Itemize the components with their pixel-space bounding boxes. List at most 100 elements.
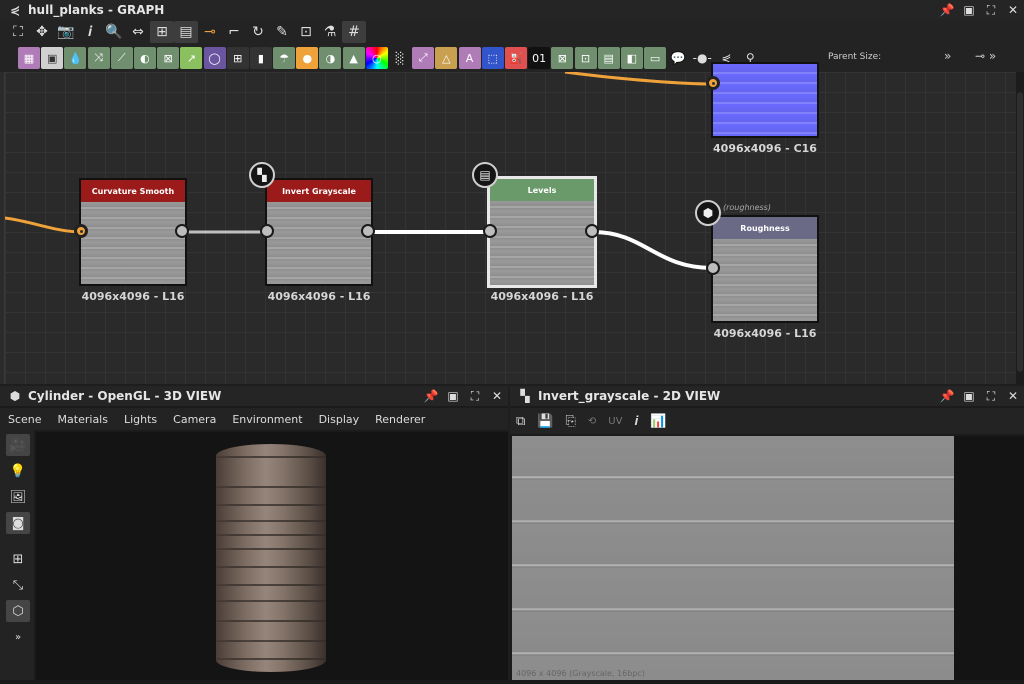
grid-icon[interactable]: ⊞: [6, 548, 30, 570]
menu-lights[interactable]: Lights: [124, 413, 157, 426]
connector-icon[interactable]: ⌐: [222, 21, 246, 43]
pin-icon[interactable]: 📌: [936, 3, 958, 17]
dot-node-icon[interactable]: ●: [296, 47, 319, 69]
axis-icon[interactable]: ⤡: [6, 574, 30, 596]
2d-viewport[interactable]: 4096 x 4096 (Grayscale, 16bpc): [512, 436, 954, 680]
blur-node-icon[interactable]: 💧: [64, 47, 87, 69]
frame-all-icon[interactable]: ⛶: [6, 21, 30, 43]
2d-view-window: ▚ Invert_grayscale - 2D VIEW 📌 ▣ ⛶ ✕ ⧉ 💾…: [510, 386, 1024, 684]
tiling-icon[interactable]: ⟲: [588, 416, 596, 427]
fill-node-icon[interactable]: ⛽: [504, 47, 527, 69]
float-icon[interactable]: ▣: [958, 389, 980, 403]
menu-scene[interactable]: Scene: [8, 413, 42, 426]
render-icon[interactable]: ◙: [6, 512, 30, 534]
gradient-node-icon[interactable]: ◐: [133, 47, 156, 69]
add-output-icon[interactable]: ▮: [249, 47, 272, 69]
input-port[interactable]: [706, 76, 720, 90]
emboss-node-icon[interactable]: ☂: [273, 47, 296, 69]
uv-dropdown[interactable]: UV: [608, 416, 622, 427]
warp-node-icon[interactable]: ⊠: [157, 47, 180, 69]
value-node-icon[interactable]: 01: [528, 47, 551, 69]
snap-grid-icon[interactable]: #: [342, 21, 366, 43]
close-icon[interactable]: ✕: [1002, 3, 1024, 17]
graph-settings-icon[interactable]: ⊸ »: [975, 49, 996, 63]
color-node-icon[interactable]: ○: [365, 47, 388, 69]
directional-warp-icon[interactable]: ↗: [180, 47, 203, 69]
info-icon[interactable]: 𝒊: [78, 21, 102, 43]
layout-icon[interactable]: ⊞: [150, 21, 174, 43]
pin-icon[interactable]: 📌: [420, 389, 442, 403]
float-icon[interactable]: ▣: [958, 3, 980, 17]
reroute-icon[interactable]: -●-: [691, 47, 713, 69]
maximize-icon[interactable]: ⛶: [980, 389, 1002, 404]
input-port[interactable]: [260, 224, 274, 238]
graph-scrollbar[interactable]: [1016, 72, 1024, 384]
fit-view-icon[interactable]: ⧉: [516, 414, 525, 429]
output-port[interactable]: [175, 224, 189, 238]
transform-node-icon[interactable]: ⤢: [412, 47, 435, 69]
screenshot-icon[interactable]: 📷: [54, 21, 78, 43]
shape-node-icon[interactable]: △: [435, 47, 458, 69]
maximize-icon[interactable]: ⛶: [980, 3, 1002, 18]
histogram-node-icon[interactable]: ▲: [342, 47, 365, 69]
shuffle-node-icon[interactable]: ⤨: [87, 47, 110, 69]
close-icon[interactable]: ✕: [1002, 389, 1024, 403]
hsl-node-icon[interactable]: ◯: [203, 47, 226, 69]
histogram-icon[interactable]: 📊: [650, 414, 666, 429]
noise-node-icon[interactable]: ░: [389, 47, 411, 69]
menu-display[interactable]: Display: [319, 413, 360, 426]
3d-viewport[interactable]: [36, 432, 508, 684]
save-icon[interactable]: 💾: [537, 414, 553, 429]
float-icon[interactable]: ▣: [442, 389, 464, 403]
graph-canvas[interactable]: Curvature Smooth 4096x4096 - L16 Invert …: [4, 62, 1016, 384]
svg-node-icon[interactable]: ▤: [597, 47, 620, 69]
camera-icon[interactable]: 🎥: [6, 434, 30, 456]
comment-icon[interactable]: 💬: [667, 47, 689, 69]
clean-icon[interactable]: ⚗: [318, 21, 342, 43]
tile-node-icon[interactable]: ⊞: [226, 47, 249, 69]
normal-node-icon[interactable]: ▭: [644, 47, 667, 69]
input-port[interactable]: [483, 224, 497, 238]
light-icon[interactable]: 💡: [6, 460, 30, 482]
node-roughness-output[interactable]: Roughness: [711, 215, 819, 323]
menu-environment[interactable]: Environment: [232, 413, 302, 426]
menu-materials[interactable]: Materials: [58, 413, 108, 426]
maximize-icon[interactable]: ⛶: [464, 389, 486, 404]
bitmap-node-icon[interactable]: ▦: [18, 47, 40, 69]
fx-map-icon[interactable]: ⊠: [551, 47, 574, 69]
environment-icon[interactable]: 🖼: [6, 486, 30, 508]
node-invert-grayscale[interactable]: Invert Grayscale: [265, 178, 373, 286]
expand-chevron-icon[interactable]: »: [944, 49, 951, 63]
link-icon[interactable]: ⊸: [198, 21, 222, 43]
node-curvature-smooth[interactable]: Curvature Smooth: [79, 178, 187, 286]
pixel-processor-icon[interactable]: ⊡: [574, 47, 597, 69]
copy-icon[interactable]: ⎘: [565, 414, 575, 429]
menu-renderer[interactable]: Renderer: [375, 413, 425, 426]
menu-camera[interactable]: Camera: [173, 413, 216, 426]
input-port[interactable]: [706, 261, 720, 275]
output-port[interactable]: [585, 224, 599, 238]
tools-icon[interactable]: ✎: [270, 21, 294, 43]
export-icon[interactable]: ⊡: [294, 21, 318, 43]
node-normal-output[interactable]: [711, 62, 819, 138]
blend-node-icon[interactable]: ▣: [41, 47, 64, 69]
frame-icon[interactable]: ▤: [174, 21, 198, 43]
graph-icon: ⋞: [9, 3, 21, 17]
select-node-icon[interactable]: ⬚: [481, 47, 504, 69]
node-levels[interactable]: Levels: [487, 176, 597, 288]
mesh-icon[interactable]: ⬡: [6, 600, 30, 622]
pin-icon[interactable]: 📌: [936, 389, 958, 403]
frame-selected-icon[interactable]: ✥: [30, 21, 54, 43]
text-node-icon[interactable]: A: [458, 47, 481, 69]
gradient-map-icon[interactable]: ◧: [620, 47, 643, 69]
output-port[interactable]: [361, 224, 375, 238]
close-icon[interactable]: ✕: [486, 389, 508, 403]
input-port[interactable]: [74, 224, 88, 238]
info-icon[interactable]: 𝒊: [634, 414, 638, 429]
curve-node-icon[interactable]: ⟋: [110, 47, 133, 69]
align-icon[interactable]: ⇔: [126, 21, 150, 43]
search-icon[interactable]: 🔍: [102, 21, 126, 43]
more-icon[interactable]: »: [6, 626, 30, 648]
levels-node-icon[interactable]: ◑: [319, 47, 342, 69]
refresh-icon[interactable]: ↻: [246, 21, 270, 43]
